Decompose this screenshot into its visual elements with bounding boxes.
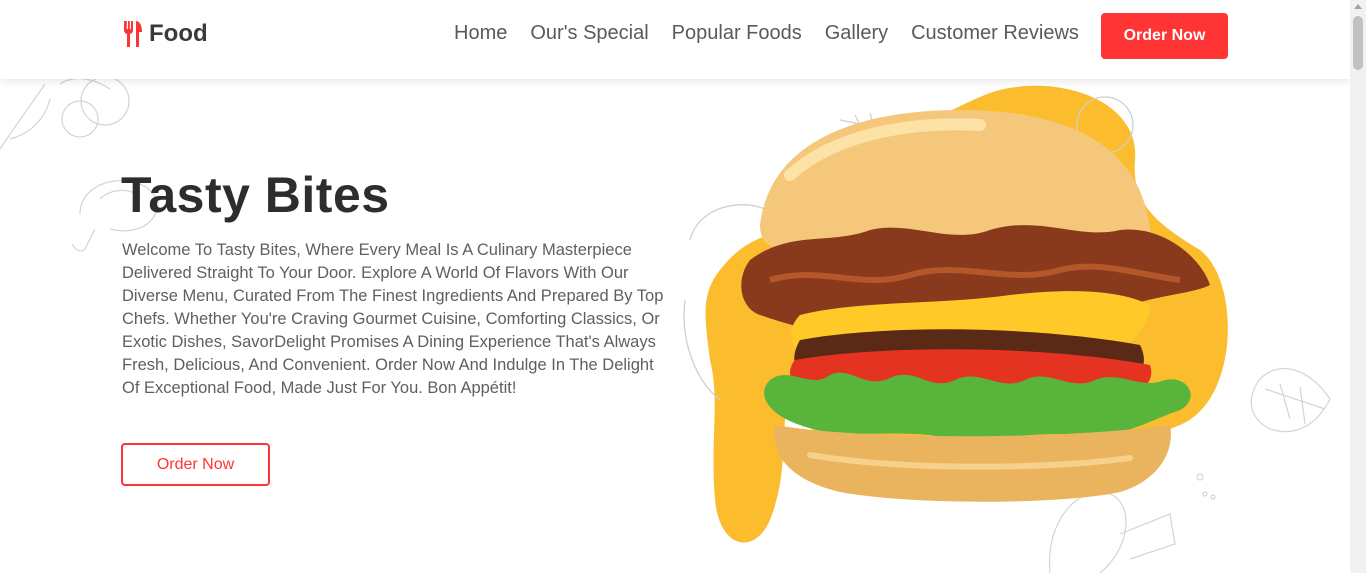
order-now-nav-button[interactable]: Order Now: [1101, 13, 1228, 59]
nav-link-customer-reviews[interactable]: Customer Reviews: [911, 22, 1079, 45]
page-scrollbar[interactable]: [1350, 0, 1366, 573]
navbar: Food Home Our's Special Popular Foods Ga…: [0, 0, 1350, 79]
brand-name: Food: [149, 20, 208, 47]
nav-link-home[interactable]: Home: [454, 22, 507, 45]
burger-illustration: [683, 85, 1228, 543]
brand-logo[interactable]: Food: [121, 20, 208, 48]
scroll-up-arrow-icon[interactable]: [1354, 4, 1362, 9]
scrollbar-thumb[interactable]: [1353, 16, 1363, 70]
fork-knife-icon: [123, 21, 142, 47]
hero-title: Tasty Bites: [121, 167, 390, 223]
nav-link-popular-foods[interactable]: Popular Foods: [672, 22, 802, 45]
nav-links: Home Our's Special Popular Foods Gallery…: [454, 22, 1079, 45]
nav-link-gallery[interactable]: Gallery: [825, 22, 888, 45]
hero-description: Welcome To Tasty Bites, Where Every Meal…: [122, 241, 664, 397]
order-now-hero-button[interactable]: Order Now: [121, 443, 270, 486]
nav-link-ours-special[interactable]: Our's Special: [530, 22, 648, 45]
